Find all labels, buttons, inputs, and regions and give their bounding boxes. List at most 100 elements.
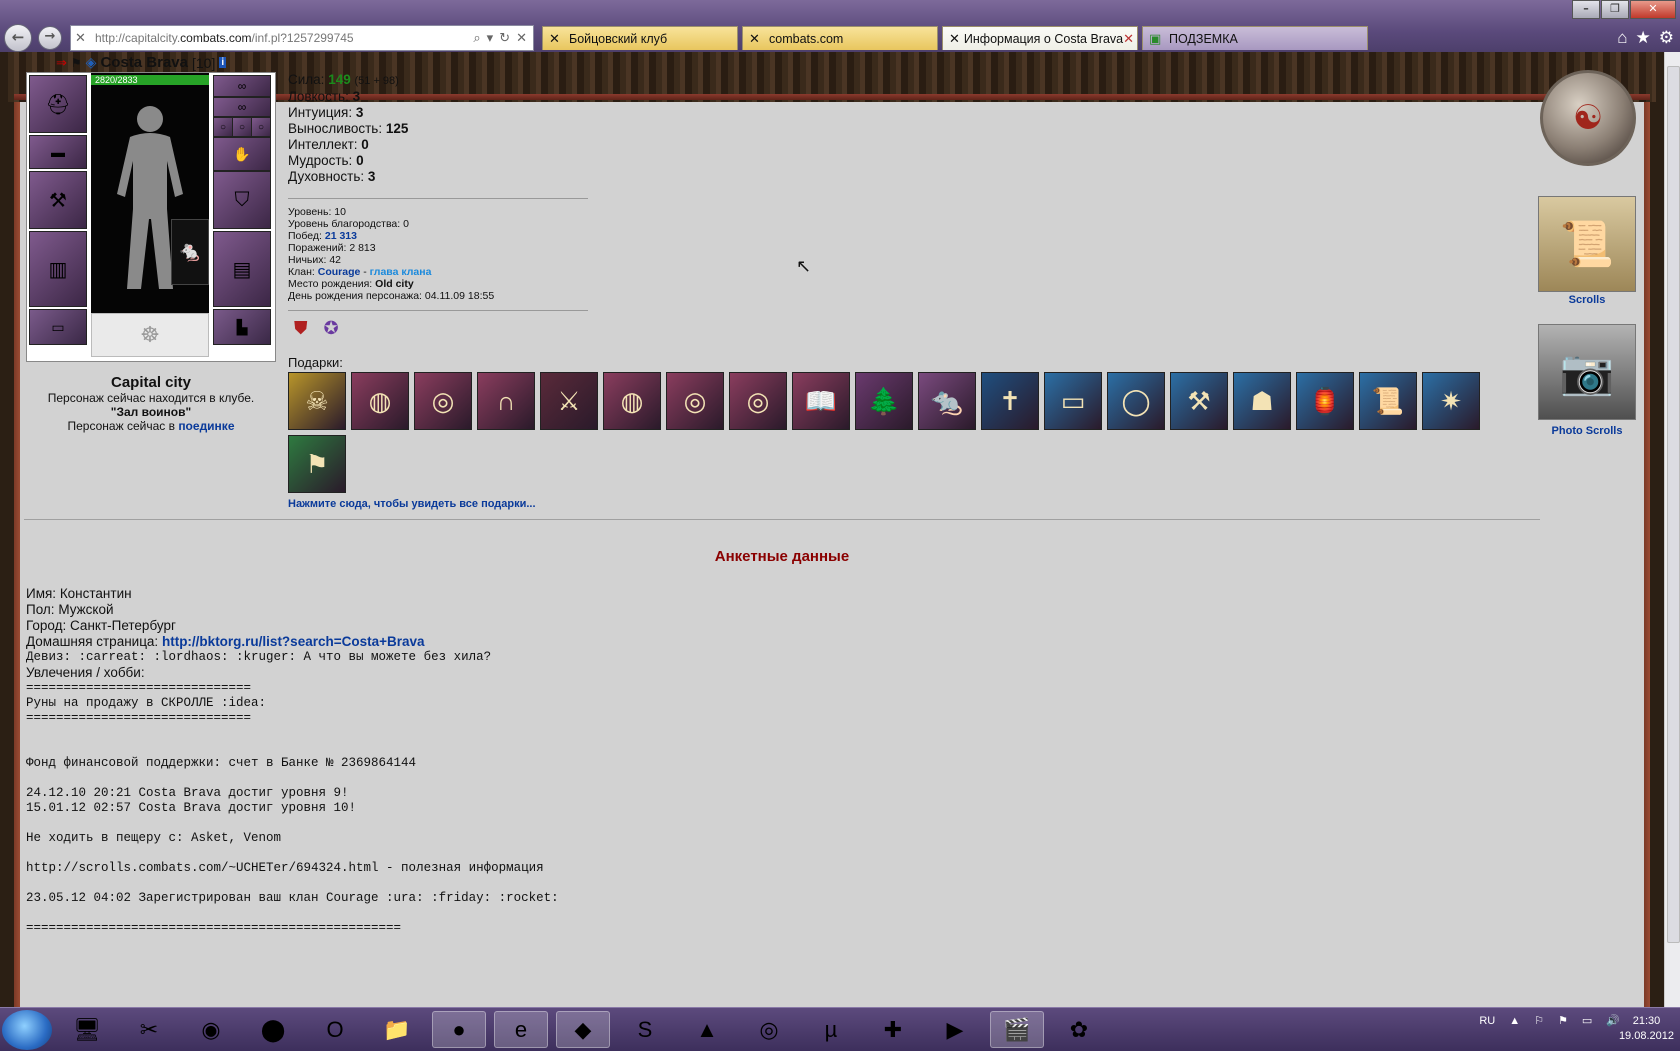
profile-block: Имя: Константин Пол: Мужской Город: Санк… [26, 586, 559, 936]
scrollbar-thumb[interactable] [1667, 66, 1680, 943]
mp3-cutter-taskbar-icon[interactable]: ✂ [122, 1011, 176, 1048]
app5-taskbar-icon[interactable]: ✚ [866, 1011, 920, 1048]
gift-item[interactable]: 🌲 [855, 372, 913, 430]
media-taskbar-icon[interactable]: ◎ [742, 1011, 796, 1048]
tray-expand-icon[interactable]: ▲ [1509, 1015, 1520, 1027]
gift-item[interactable]: 🐀 [918, 372, 976, 430]
gift-item[interactable]: ◍ [351, 372, 409, 430]
display-icon[interactable]: ▭ [1582, 1014, 1592, 1027]
ring-icon: ○ [219, 121, 227, 133]
order-emblem-icon[interactable]: ✪ [324, 318, 339, 339]
action-center-icon[interactable]: ⚑ [1558, 1014, 1568, 1027]
clan-shield-icon[interactable]: ⛊ [294, 318, 308, 339]
address-bar[interactable]: ✕ http://capitalcity.combats.com/inf.pl?… [70, 25, 534, 51]
tab-combats[interactable]: ✕ combats.com [742, 26, 938, 50]
fight-link[interactable]: поединке [178, 419, 234, 433]
photo-scrolls-link[interactable]: Photo Scrolls [1520, 425, 1654, 437]
gift-item[interactable]: ◎ [729, 372, 787, 430]
gift-item[interactable]: ∩ [477, 372, 535, 430]
pet-slot[interactable]: 🐁 [171, 219, 209, 285]
language-indicator[interactable]: RU [1479, 1015, 1495, 1027]
clan-link[interactable]: Courage [318, 266, 361, 278]
close-tab-icon[interactable]: ✕ [1123, 31, 1134, 47]
skype-taskbar-icon[interactable]: S [618, 1011, 672, 1048]
app2-taskbar-icon[interactable]: ⬤ [246, 1011, 300, 1048]
icq-taskbar-icon[interactable]: ✿ [1052, 1011, 1106, 1048]
player-taskbar-icon[interactable]: ▶ [928, 1011, 982, 1048]
gift-item[interactable]: ◯ [1107, 372, 1165, 430]
refresh-icon[interactable]: ↻ [499, 30, 510, 46]
gift-item[interactable]: ◎ [414, 372, 472, 430]
forward-button[interactable]: → [38, 26, 62, 50]
address-url[interactable]: http://capitalcity.combats.com/inf.pl?12… [95, 31, 473, 45]
vertical-scrollbar[interactable] [1664, 52, 1680, 1007]
folder-taskbar-icon[interactable]: 📁 [370, 1011, 424, 1048]
gift-item[interactable]: 📜 [1359, 372, 1417, 430]
pocket-slot[interactable]: ☸ [91, 313, 209, 357]
helmet-slot[interactable]: ⛑ [29, 75, 87, 133]
dropdown-icon[interactable]: ▾ [487, 30, 494, 46]
gift-item[interactable]: ◍ [603, 372, 661, 430]
app4-taskbar-icon[interactable]: ◆ [556, 1011, 610, 1048]
info-badge[interactable]: i [219, 57, 227, 68]
close-window-button[interactable]: ✕ [1630, 0, 1676, 19]
home-icon[interactable]: ⌂ [1617, 28, 1627, 48]
armor-slot[interactable]: ▥ [29, 231, 87, 307]
app3-taskbar-icon[interactable]: ● [432, 1011, 486, 1048]
stat-endurance: Выносливость: 125 [288, 121, 408, 137]
stop-icon[interactable]: ✕ [516, 30, 527, 46]
clan-role-link[interactable]: глава клана [370, 266, 432, 278]
back-button[interactable]: ← [4, 24, 32, 52]
tab-dungeon[interactable]: ▣ ПОДЗЕМКА [1142, 26, 1368, 50]
minimize-button[interactable]: – [1572, 0, 1600, 19]
gift-item[interactable]: ✝ [981, 372, 1039, 430]
settings-gear-icon[interactable]: ⚙ [1659, 28, 1674, 48]
ring-slot-1[interactable]: ○ [213, 117, 233, 137]
ie-taskbar-icon[interactable]: e [494, 1011, 548, 1048]
ring-slot-3[interactable]: ○ [251, 117, 271, 137]
wins-link[interactable]: 21 313 [325, 230, 357, 242]
gift-item[interactable]: 🏮 [1296, 372, 1354, 430]
tab-fight-club[interactable]: ✕ Бойцовский клуб [542, 26, 738, 50]
homepage-link[interactable]: http://bktorg.ru/list?search=Costa+Brava [162, 634, 425, 649]
earring-slot[interactable]: ∞ [213, 75, 271, 97]
explorer-taskbar-icon[interactable]: 🖥 [60, 1011, 114, 1048]
amulet-slot[interactable]: ∞ [213, 97, 271, 117]
gift-item[interactable]: ✷ [1422, 372, 1480, 430]
gloves-slot[interactable]: ✋ [213, 137, 271, 171]
ring-slot-2[interactable]: ○ [232, 117, 252, 137]
photo-scrolls-widget[interactable]: 📷 [1538, 324, 1636, 420]
start-button[interactable] [2, 1010, 52, 1050]
maximize-button[interactable]: ❐ [1601, 0, 1629, 19]
clock[interactable]: 21:30 19.08.2012 [1619, 1014, 1674, 1044]
all-gifts-link[interactable]: Нажмите сюда, чтобы увидеть все подарки.… [288, 498, 536, 510]
shield-slot[interactable]: ⛉ [213, 171, 271, 229]
gift-item[interactable]: 📖 [792, 372, 850, 430]
yin-yang-orb[interactable]: ☯ [1540, 70, 1636, 166]
gift-item[interactable]: ⚔ [540, 372, 598, 430]
gift-item[interactable]: ☠ [288, 372, 346, 430]
favorites-star-icon[interactable]: ★ [1636, 28, 1651, 48]
gift-item[interactable]: ⚑ [288, 435, 346, 493]
scrolls-widget[interactable]: 📜 [1538, 196, 1636, 292]
gift-item[interactable]: ☗ [1233, 372, 1291, 430]
tab-character-info[interactable]: ✕ Информация о Costa Brava ✕ [942, 26, 1138, 50]
opera-taskbar-icon[interactable]: O [308, 1011, 362, 1048]
scrolls-link[interactable]: Scrolls [1520, 294, 1654, 306]
network-icon[interactable]: ⚐ [1534, 1014, 1544, 1027]
leggings-slot[interactable]: ▤ [213, 231, 271, 307]
gift-item[interactable]: ◎ [666, 372, 724, 430]
belt-slot[interactable]: ▭ [29, 309, 87, 345]
video-taskbar-icon[interactable]: 🎬 [990, 1011, 1044, 1048]
bracers-slot[interactable]: ▬ [29, 135, 87, 169]
stat-strength: Сила: 149 (51 + 98) [288, 72, 408, 89]
app-taskbar-icon[interactable]: ◉ [184, 1011, 238, 1048]
search-icon[interactable]: ⌕ [473, 30, 480, 46]
boots-slot[interactable]: ▙ [213, 309, 271, 345]
weapon-slot[interactable]: ⚒ [29, 171, 87, 229]
gift-item[interactable]: ⚒ [1170, 372, 1228, 430]
utorrent-taskbar-icon[interactable]: µ [804, 1011, 858, 1048]
volume-icon[interactable]: 🔊 [1606, 1014, 1620, 1027]
gift-item[interactable]: ▭ [1044, 372, 1102, 430]
aimp-taskbar-icon[interactable]: ▲ [680, 1011, 734, 1048]
